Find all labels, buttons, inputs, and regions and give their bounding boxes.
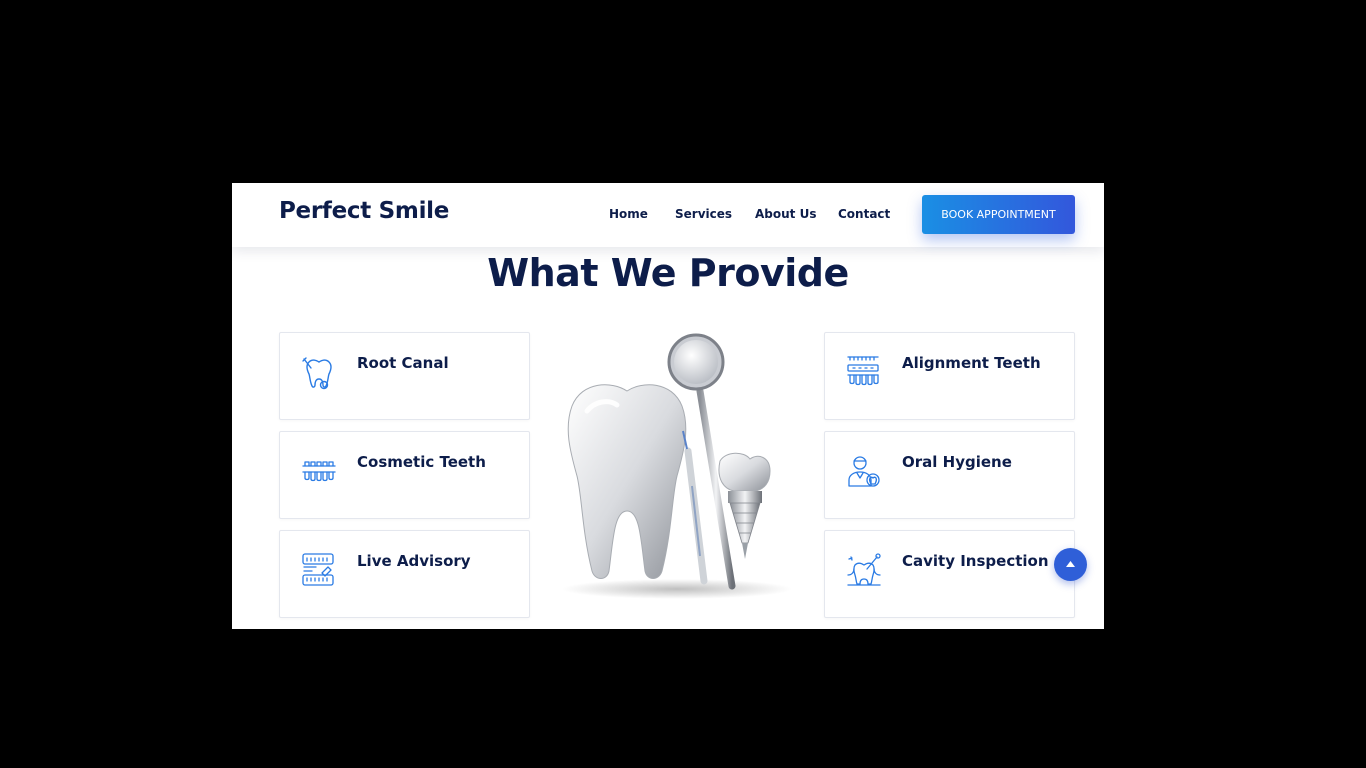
service-card-cosmetic-teeth[interactable]: Cosmetic Teeth xyxy=(279,431,530,519)
caret-up-icon xyxy=(1066,561,1075,567)
page-frame: Perfect Smile Home Services About Us Con… xyxy=(232,183,1104,629)
cosmetic-teeth-icon xyxy=(302,461,336,482)
service-label-oral-hygiene: Oral Hygiene xyxy=(902,453,1012,471)
service-label-cosmetic-teeth: Cosmetic Teeth xyxy=(357,453,486,471)
nav-home[interactable]: Home xyxy=(609,207,648,221)
nav-contact[interactable]: Contact xyxy=(838,207,890,221)
scroll-to-top-button[interactable] xyxy=(1054,548,1087,581)
service-label-live-advisory: Live Advisory xyxy=(357,552,471,570)
top-navbar: Perfect Smile Home Services About Us Con… xyxy=(232,183,1104,247)
alignment-teeth-icon xyxy=(847,356,879,386)
brand-logo[interactable]: Perfect Smile xyxy=(279,198,449,224)
service-card-alignment-teeth[interactable]: Alignment Teeth xyxy=(824,332,1075,420)
service-label-cavity-inspection: Cavity Inspection xyxy=(902,552,1049,570)
live-advisory-icon xyxy=(302,553,334,586)
service-card-oral-hygiene[interactable]: Oral Hygiene xyxy=(824,431,1075,519)
service-label-alignment-teeth: Alignment Teeth xyxy=(902,354,1041,372)
service-label-root-canal: Root Canal xyxy=(357,354,449,372)
cavity-inspection-icon xyxy=(847,553,881,586)
service-card-live-advisory[interactable]: Live Advisory xyxy=(279,530,530,618)
service-card-cavity-inspection[interactable]: Cavity Inspection xyxy=(824,530,1075,618)
service-card-root-canal[interactable]: Root Canal xyxy=(279,332,530,420)
oral-hygiene-icon xyxy=(848,456,880,487)
root-canal-icon xyxy=(302,357,332,390)
section-title: What We Provide xyxy=(487,251,849,295)
nav-about-us[interactable]: About Us xyxy=(755,207,816,221)
dental-tools-image xyxy=(562,333,792,599)
nav-services[interactable]: Services xyxy=(675,207,732,221)
book-appointment-button[interactable]: BOOK APPOINTMENT xyxy=(922,195,1075,234)
